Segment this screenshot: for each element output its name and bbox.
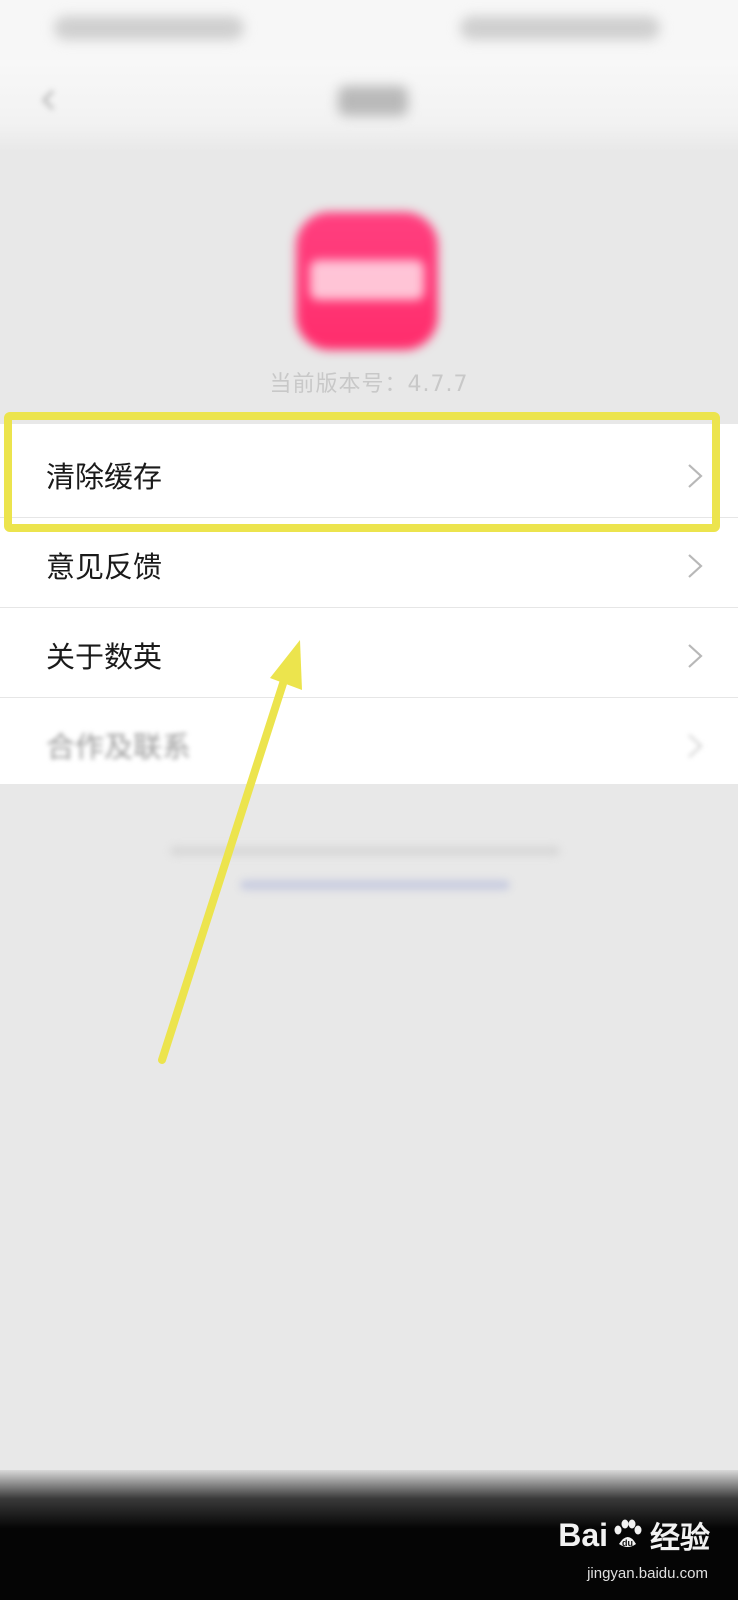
watermark-brand: Bai: [558, 1516, 608, 1553]
pointer-arrow-annotation: [158, 640, 302, 1064]
watermark-site: jingyan.baidu.com: [587, 1565, 708, 1582]
baidu-paw-logo-icon: du: [614, 1519, 642, 1548]
svg-text:du: du: [622, 1538, 633, 1548]
baidu-jingyan-watermark: Bai du 经验: [558, 1513, 710, 1557]
watermark-product: 经验: [650, 1522, 710, 1555]
